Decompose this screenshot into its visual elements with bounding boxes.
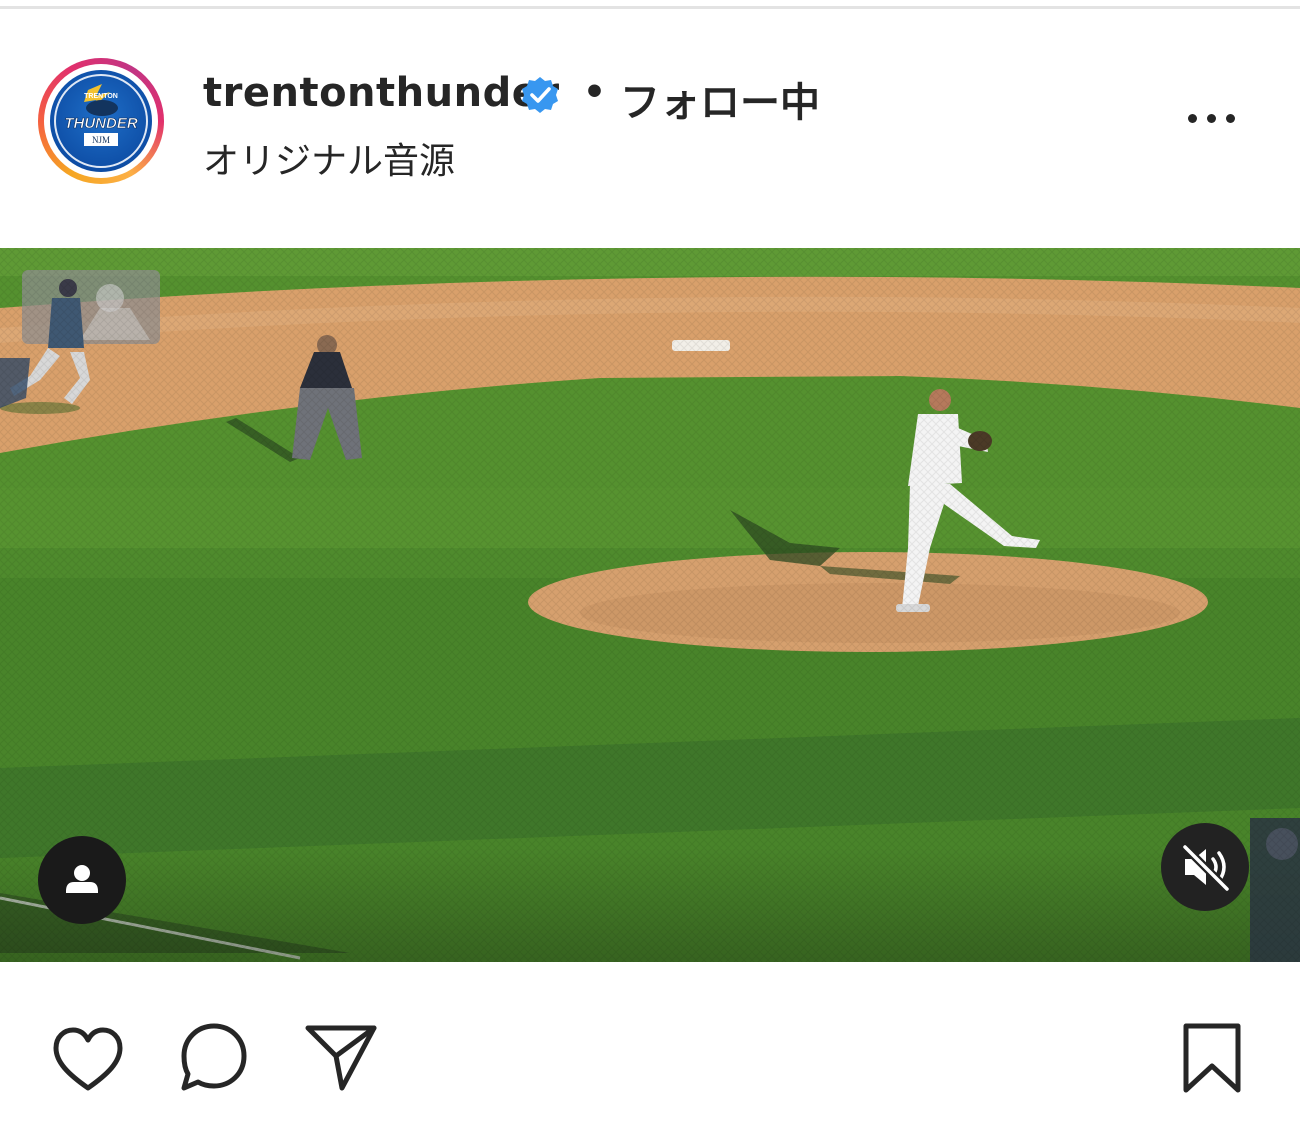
username-link[interactable]: trentonthunder	[203, 70, 560, 116]
logo-text-sub: NJM	[92, 135, 110, 145]
heart-icon	[53, 1027, 123, 1091]
separator-dot: •	[583, 72, 607, 113]
team-logo: TRENTON THUNDER NJM	[50, 70, 152, 172]
post-action-bar	[0, 1000, 1300, 1100]
speaker-muted-icon	[1181, 843, 1231, 893]
more-options-icon[interactable]	[1180, 104, 1244, 134]
comment-button[interactable]	[174, 1018, 254, 1098]
like-button[interactable]	[48, 1018, 128, 1098]
logo-text-top: TRENTON	[84, 93, 118, 100]
mute-toggle-button[interactable]	[1161, 823, 1249, 911]
share-button[interactable]	[300, 1018, 380, 1098]
profile-avatar[interactable]: TRENTON THUNDER NJM	[38, 58, 164, 184]
verified-badge-icon	[522, 77, 558, 113]
post-header: TRENTON THUNDER NJM trentonthunder • フォロ…	[0, 40, 1300, 200]
person-icon	[66, 865, 98, 893]
bookmark-icon	[1183, 1023, 1241, 1093]
video-frame	[0, 248, 1300, 962]
top-divider	[0, 0, 1300, 9]
tagged-users-button[interactable]	[38, 836, 126, 924]
paper-plane-icon	[305, 1025, 377, 1091]
audio-label[interactable]: オリジナル音源	[203, 132, 455, 184]
save-button[interactable]	[1172, 1018, 1252, 1098]
logo-text-main: THUNDER	[64, 115, 137, 132]
comment-bubble-icon	[181, 1023, 247, 1091]
follow-status-button[interactable]: フォロー中	[620, 70, 820, 128]
video-player[interactable]	[0, 248, 1300, 962]
